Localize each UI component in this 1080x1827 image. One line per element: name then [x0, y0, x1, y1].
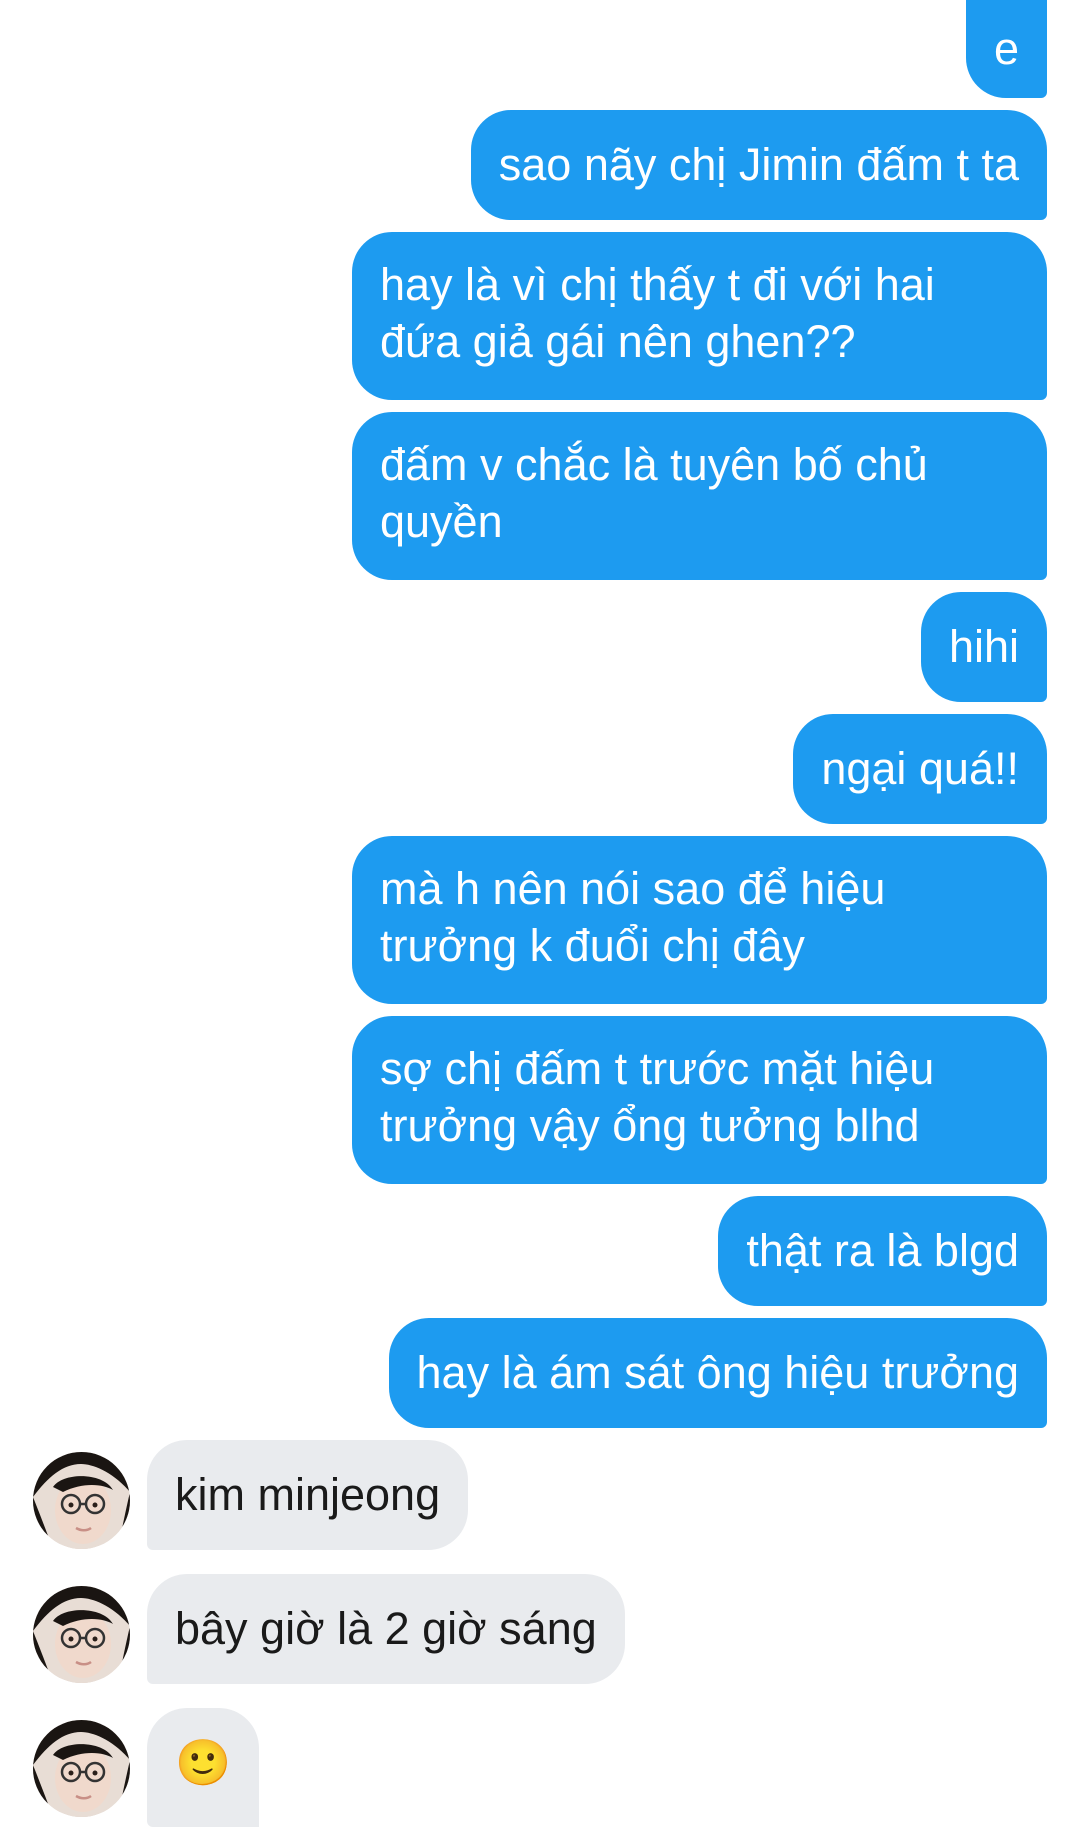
contact-avatar-image [33, 1586, 130, 1683]
contact-avatar-image [33, 1720, 130, 1817]
outgoing-message[interactable]: đấm v chắc là tuyên bố chủ quyền [352, 412, 1047, 580]
outgoing-message[interactable]: hay là ám sát ông hiệu trưởng [388, 1318, 1047, 1428]
outgoing-message[interactable]: ngại quá!! [793, 714, 1047, 824]
contact-avatar-image [33, 1452, 130, 1549]
outgoing-message[interactable]: sợ chị đấm t trước mặt hiệu trưởng vậy ổ… [352, 1016, 1047, 1184]
outgoing-message[interactable]: sao nãy chị Jimin đấm t ta [470, 110, 1047, 220]
incoming-message-row: kim minjeong [33, 1440, 1033, 1552]
contact-avatar[interactable] [33, 1586, 130, 1683]
incoming-message[interactable]: kim minjeong [147, 1440, 469, 1550]
outgoing-message[interactable]: hihi [920, 592, 1047, 702]
outgoing-message[interactable]: mà h nên nói sao để hiệu trưởng k đuổi c… [352, 836, 1047, 1004]
incoming-message[interactable]: 🙂 [147, 1708, 260, 1827]
incoming-message-row: 🙂 [33, 1708, 1033, 1827]
contact-avatar[interactable] [33, 1452, 130, 1549]
contact-avatar[interactable] [33, 1720, 130, 1817]
incoming-message-row: bây giờ là 2 giờ sáng [33, 1574, 1033, 1686]
incoming-message[interactable]: bây giờ là 2 giờ sáng [147, 1574, 625, 1684]
chat-thread[interactable]: e sao nãy chị Jimin đấm t ta hay là vì c… [0, 0, 1080, 1827]
outgoing-message[interactable]: hay là vì chị thấy t đi với hai đứa giả … [352, 232, 1047, 400]
outgoing-message[interactable]: thật ra là blgd [718, 1196, 1047, 1306]
outgoing-message[interactable]: e [965, 0, 1047, 98]
